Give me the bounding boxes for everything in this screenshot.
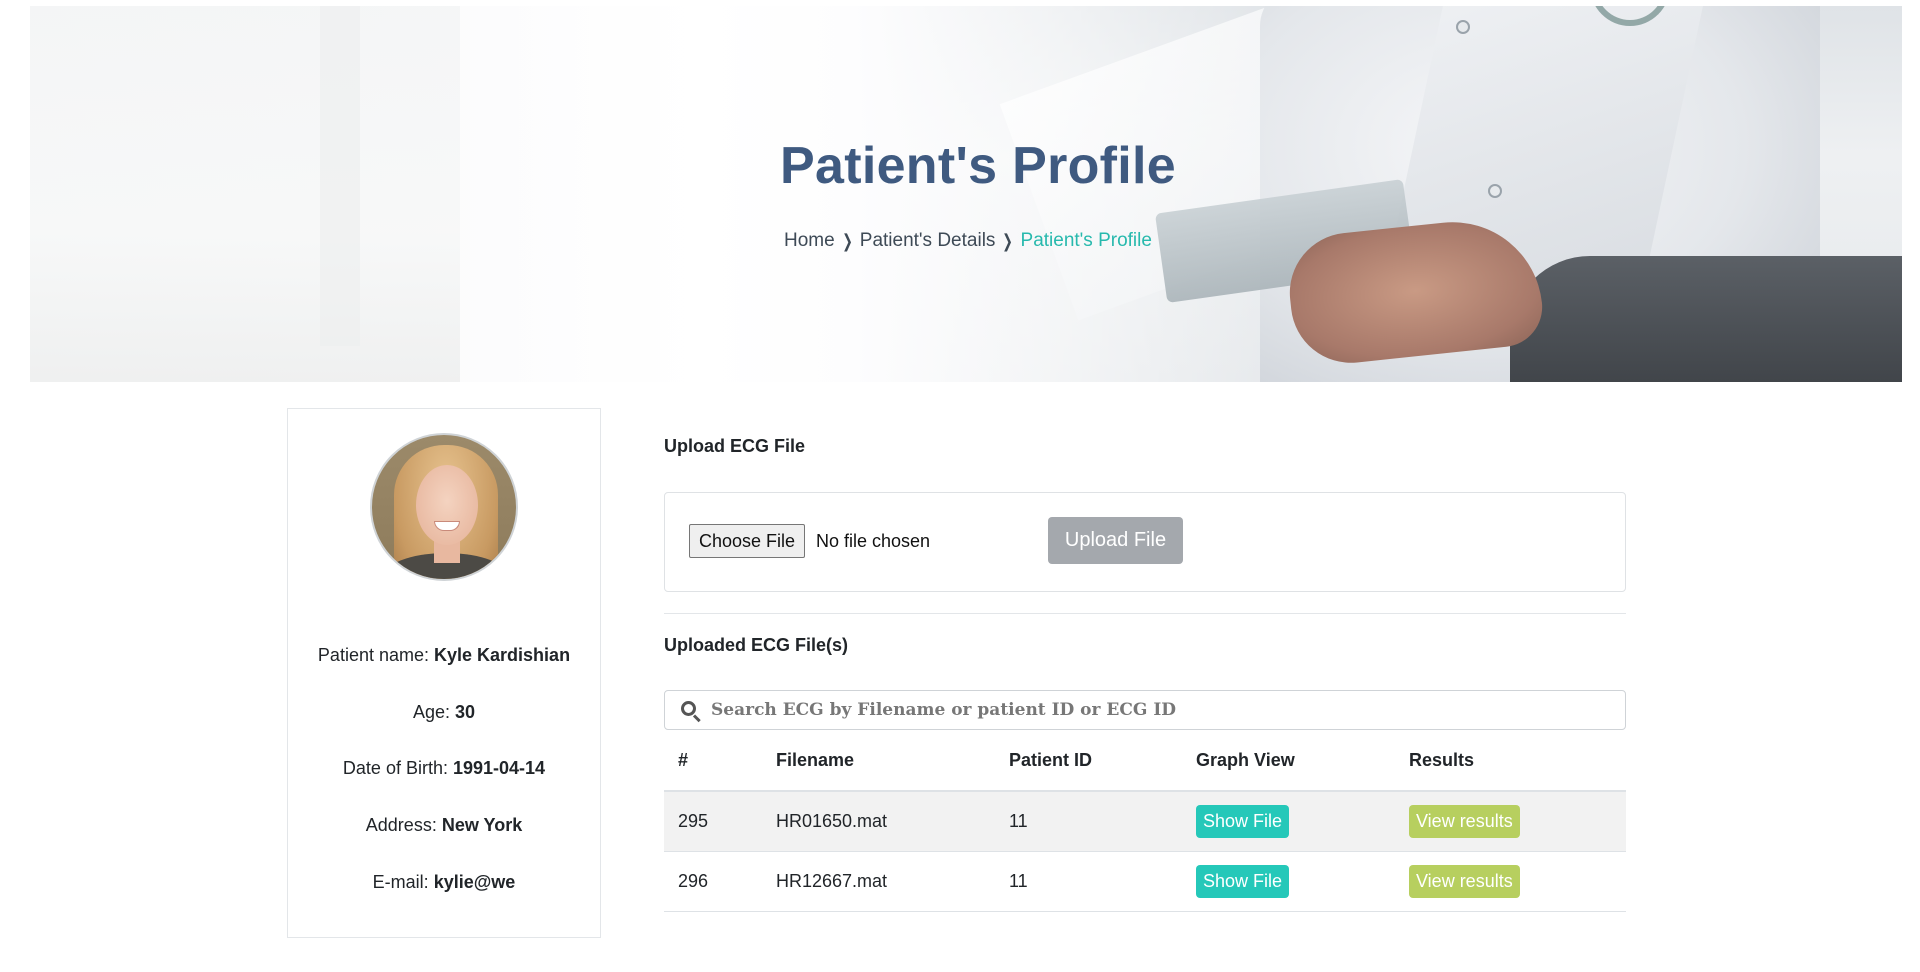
view-results-button[interactable]: View results xyxy=(1409,805,1520,838)
search-box xyxy=(664,690,1626,730)
search-input[interactable] xyxy=(711,691,1611,729)
table-row: 296 HR12667.mat 11 Show File View result… xyxy=(664,852,1626,912)
breadcrumb-patient-details[interactable]: Patient's Details xyxy=(860,230,996,252)
search-icon xyxy=(681,701,701,723)
breadcrumb: Home ❯ Patient's Details ❯ Patient's Pro… xyxy=(784,230,1152,252)
breadcrumb-home[interactable]: Home xyxy=(784,230,835,252)
patient-address-label: Address: xyxy=(365,815,437,835)
page-title: Patient's Profile xyxy=(780,137,1177,195)
patient-email-label: E-mail: xyxy=(372,872,429,892)
cell-patient-id: 11 xyxy=(1009,871,1028,891)
patient-age-label: Age: xyxy=(412,702,450,722)
upload-file-button[interactable]: Upload File xyxy=(1048,517,1183,564)
hero-background-window xyxy=(30,6,460,382)
patient-age-value: 30 xyxy=(455,702,476,722)
patient-address: Address: New York xyxy=(288,815,600,836)
chevron-right-icon: ❯ xyxy=(1002,230,1014,251)
table-header: # Filename Patient ID Graph View Results xyxy=(664,732,1626,792)
view-results-button[interactable]: View results xyxy=(1409,865,1520,898)
patient-email: E-mail: kylie@we xyxy=(288,872,600,893)
hero-coat-button xyxy=(1456,20,1470,34)
patient-dob-label: Date of Birth: xyxy=(342,758,448,778)
cell-filename: HR01650.mat xyxy=(776,811,888,831)
column-header-id: # xyxy=(678,750,689,770)
column-header-filename: Filename xyxy=(776,750,855,770)
patient-profile-card: Patient name: Kyle Kardishian Age: 30 Da… xyxy=(287,408,601,938)
cell-id: 295 xyxy=(678,811,709,831)
file-status-text: No file chosen xyxy=(816,531,931,551)
patient-dob-value: 1991-04-14 xyxy=(452,758,546,778)
patient-dob: Date of Birth: 1991-04-14 xyxy=(288,758,600,779)
patient-name-value: Kyle Kardishian xyxy=(434,645,571,665)
avatar xyxy=(370,433,518,581)
cell-id: 296 xyxy=(678,871,709,891)
cell-filename: HR12667.mat xyxy=(776,871,888,891)
show-file-button[interactable]: Show File xyxy=(1196,865,1290,898)
chevron-right-icon: ❯ xyxy=(841,230,853,251)
patient-age: Age: 30 xyxy=(288,702,600,723)
hero-coat-button xyxy=(1488,184,1502,198)
patient-address-value: New York xyxy=(441,815,523,835)
column-header-patient-id: Patient ID xyxy=(1009,750,1093,770)
column-header-graph-view: Graph View xyxy=(1196,750,1295,770)
hero-background-strip xyxy=(320,6,360,346)
table-row: 295 HR01650.mat 11 Show File View result… xyxy=(664,792,1626,852)
upload-section-title: Upload ECG File xyxy=(664,436,806,456)
patient-email-value: kylie@we xyxy=(433,872,516,892)
upload-box: Choose File No file chosen Upload File xyxy=(664,492,1626,592)
choose-file-button[interactable]: Choose File xyxy=(689,524,806,558)
divider xyxy=(664,613,1626,614)
hero-doctor-pants xyxy=(1510,256,1902,382)
show-file-button[interactable]: Show File xyxy=(1196,805,1290,838)
breadcrumb-current: Patient's Profile xyxy=(1020,230,1152,251)
cell-patient-id: 11 xyxy=(1009,811,1028,831)
ecg-files-table: # Filename Patient ID Graph View Results… xyxy=(664,732,1626,912)
column-header-results: Results xyxy=(1409,750,1475,770)
patient-name: Patient name: Kyle Kardishian xyxy=(288,645,600,666)
patient-name-label: Patient name: xyxy=(317,645,429,665)
uploaded-section-title: Uploaded ECG File(s) xyxy=(664,635,849,655)
